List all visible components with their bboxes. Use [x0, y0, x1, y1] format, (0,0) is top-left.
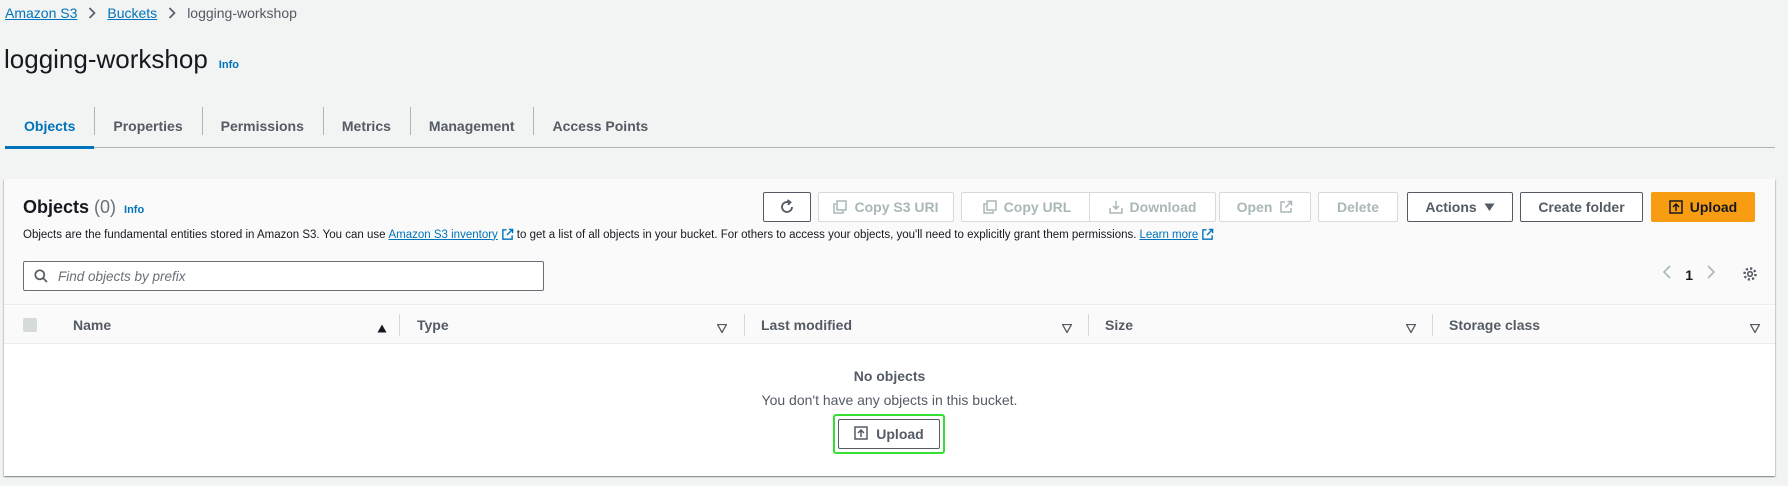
empty-state-upload-button[interactable]: Upload [838, 419, 940, 449]
objects-count: (0) [94, 197, 117, 217]
tab-management[interactable]: Management [409, 104, 534, 148]
breadcrumb-current: logging-workshop [187, 5, 297, 21]
copy-icon [833, 200, 848, 214]
objects-info-link[interactable]: Info [124, 204, 144, 216]
open-button[interactable]: Open [1219, 192, 1311, 222]
column-divider[interactable] [744, 314, 745, 336]
chevron-right-icon [168, 7, 176, 19]
copy-icon [982, 200, 997, 214]
objects-panel-header: Objects (0) Info Objects are the fundame… [4, 179, 1775, 305]
column-divider[interactable] [1432, 314, 1433, 336]
pagination: 1 [1663, 265, 1716, 284]
download-label: Download [1129, 199, 1197, 215]
column-header-size[interactable]: Size [1105, 306, 1133, 344]
next-page-icon[interactable] [1707, 265, 1716, 284]
column-divider[interactable] [399, 314, 400, 336]
column-header-name[interactable]: Name [73, 306, 111, 344]
description-text-1: Objects are the fundamental entities sto… [23, 228, 386, 241]
caret-down-icon [1484, 203, 1495, 212]
learn-more-link[interactable]: Learn more [1139, 228, 1214, 241]
empty-state-title: No objects [853, 368, 926, 384]
page-header: logging-workshop Info [4, 44, 239, 75]
sort-icon[interactable] [1749, 320, 1761, 338]
learn-more-label: Learn more [1139, 228, 1199, 241]
search-box [23, 261, 544, 291]
sort-icon[interactable] [1061, 320, 1073, 338]
copy-url-button[interactable]: Copy URL [961, 192, 1093, 222]
tab-properties[interactable]: Properties [94, 104, 201, 148]
objects-panel: Objects (0) Info Objects are the fundame… [4, 179, 1775, 476]
column-header-type[interactable]: Type [417, 306, 449, 344]
chevron-right-icon [88, 7, 97, 19]
create-folder-label: Create folder [1538, 199, 1625, 215]
copy-s3-uri-label: Copy S3 URI [854, 199, 939, 215]
tab-permissions[interactable]: Permissions [201, 104, 323, 148]
upload-button[interactable]: Upload [1651, 192, 1755, 222]
s3-inventory-link-label: Amazon S3 inventory [388, 228, 498, 241]
objects-title: Objects [23, 197, 90, 217]
copy-s3-uri-button[interactable]: Copy S3 URI [818, 192, 954, 222]
sort-icon[interactable] [1405, 320, 1417, 338]
actions-label: Actions [1425, 199, 1477, 215]
column-header-storage-class[interactable]: Storage class [1449, 306, 1540, 344]
actions-dropdown-button[interactable]: Actions [1407, 192, 1513, 222]
refresh-button[interactable] [763, 192, 811, 222]
page-title: logging-workshop [4, 44, 208, 74]
delete-button[interactable]: Delete [1318, 192, 1398, 222]
empty-state-upload-label: Upload [876, 426, 924, 442]
tab-metrics[interactable]: Metrics [322, 104, 410, 148]
download-button[interactable]: Download [1089, 192, 1216, 222]
upload-label: Upload [1689, 199, 1738, 215]
copy-url-label: Copy URL [1003, 199, 1072, 215]
breadcrumb: Amazon S3 Buckets logging-workshop [5, 4, 297, 22]
upload-icon [854, 425, 869, 443]
description-text-2: to get a list of all objects in your buc… [516, 228, 1137, 241]
refresh-icon [779, 199, 795, 215]
table-header: Name Type Last modified Size Storage cla… [4, 306, 1775, 344]
column-header-last-modified[interactable]: Last modified [761, 306, 852, 344]
external-link-icon [1201, 228, 1214, 241]
tab-bar: Objects Properties Permissions Metrics M… [5, 104, 1775, 149]
breadcrumb-amazon-s3[interactable]: Amazon S3 [5, 5, 77, 21]
select-all-checkbox[interactable] [23, 318, 37, 332]
sort-ascending-icon[interactable] [377, 320, 387, 338]
external-link-icon [501, 228, 514, 241]
tab-access-points[interactable]: Access Points [533, 104, 667, 148]
gear-icon[interactable] [1742, 266, 1758, 287]
breadcrumb-buckets[interactable]: Buckets [107, 5, 157, 21]
objects-heading: Objects (0) Info [23, 197, 144, 218]
objects-description: Objects are the fundamental entities sto… [23, 228, 1217, 241]
open-label: Open [1236, 199, 1273, 215]
page-info-link[interactable]: Info [219, 59, 239, 71]
upload-icon [1669, 200, 1683, 214]
download-icon [1108, 200, 1123, 214]
create-folder-button[interactable]: Create folder [1520, 192, 1643, 222]
column-divider[interactable] [1088, 314, 1089, 336]
delete-label: Delete [1336, 199, 1380, 215]
page-number[interactable]: 1 [1685, 267, 1693, 283]
search-icon [34, 269, 48, 283]
search-input[interactable] [58, 268, 528, 284]
sort-icon[interactable] [716, 320, 728, 338]
empty-state-message: You don't have any objects in this bucke… [761, 392, 1018, 408]
external-link-icon [1279, 200, 1293, 214]
previous-page-icon[interactable] [1663, 265, 1671, 284]
tab-objects[interactable]: Objects [5, 104, 95, 149]
s3-inventory-link[interactable]: Amazon S3 inventory [388, 228, 514, 241]
upload-highlight: Upload [833, 414, 945, 454]
